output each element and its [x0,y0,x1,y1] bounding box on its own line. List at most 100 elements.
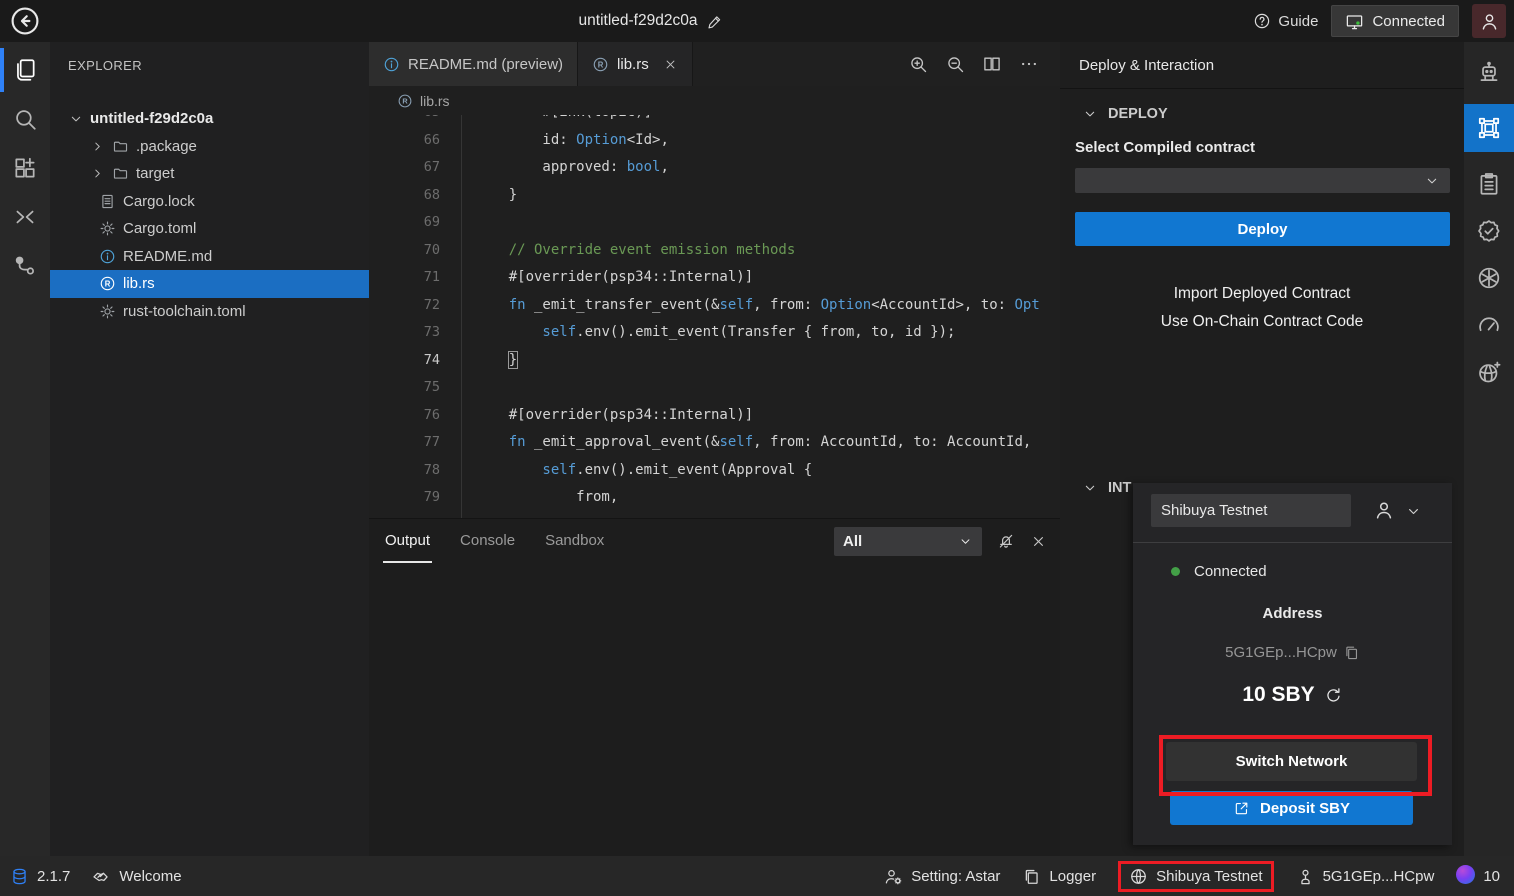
collapse-icon [12,204,38,230]
badge-check-icon [1476,218,1502,244]
activity-item-files-icon[interactable] [0,55,50,85]
question-circle-icon [1253,12,1271,30]
select-contract-label: Select Compiled contract [1075,139,1255,156]
tab-label: README.md (preview) [408,56,563,73]
clipboard-icon [1476,171,1502,197]
external-link-icon [1233,800,1250,817]
link-Import Deployed Contract[interactable]: Import Deployed Contract [1060,285,1464,303]
tree-item-.package[interactable]: .package [50,133,369,161]
refresh-balance-icon[interactable] [1324,686,1343,705]
identity-icon [1296,867,1315,886]
interact-section-header[interactable]: INT [1082,480,1131,496]
panel-tab-Output[interactable]: Output [383,519,432,563]
bell-slash-icon[interactable] [997,532,1015,550]
code-line-71[interactable]: 71 #[overrider(psp34::Internal)] [369,264,1060,292]
guide-button[interactable]: Guide [1253,12,1318,30]
tree-item-Cargo.lock[interactable]: Cargo.lock [50,188,369,216]
deploy-section-header[interactable]: DEPLOY [1082,106,1168,122]
code-line-69[interactable]: 69 [369,209,1060,237]
code-line-68[interactable]: 68 } [369,182,1060,210]
panel-tab-Console[interactable]: Console [458,519,517,563]
avatar[interactable] [1472,4,1506,38]
code-line-73[interactable]: 73 self.env().emit_event(Transfer { from… [369,319,1060,347]
activity-item-search-icon[interactable] [0,104,50,134]
code-line-65[interactable]: 65 #[ink(topic)] [369,115,1060,127]
tree-root[interactable]: untitled-f29d2c0a [50,105,369,133]
status-item-10[interactable]: 10 [1456,865,1500,888]
connected-label: Connected [1372,13,1445,30]
split-editor-icon[interactable] [982,54,1002,74]
activity-item-globe-sparkle-icon[interactable] [1464,357,1514,387]
code-line-75[interactable]: 75 [369,374,1060,402]
breadcrumb-file[interactable]: lib.rs [420,93,450,109]
code-line-66[interactable]: 66 id: Option<Id>, [369,127,1060,155]
status-item-Welcome[interactable]: Welcome [92,867,181,886]
activity-item-extensions-icon[interactable] [0,153,50,183]
close-panel-icon[interactable] [1030,533,1047,550]
code-line-77[interactable]: 77 fn _emit_approval_event(&self, from: … [369,429,1060,457]
explorer-sidebar: EXPLORER untitled-f29d2c0a.packagetarget… [50,42,369,856]
line-number: 77 [369,429,440,457]
wallet-divider [1133,542,1452,543]
ellipsis-icon[interactable] [1019,54,1039,74]
code-line-67[interactable]: 67 approved: bool, [369,154,1060,182]
account-chevron-icon[interactable] [1405,503,1422,520]
code-line-74[interactable]: 74 } [369,347,1060,375]
back-button[interactable] [9,5,41,37]
guide-label: Guide [1278,13,1318,30]
pencil-icon[interactable] [706,13,723,30]
code-line-78[interactable]: 78 self.env().emit_event(Approval { [369,457,1060,485]
tree-item-target[interactable]: target [50,160,369,188]
activity-item-badge-check-icon[interactable] [1464,216,1514,246]
activity-item-openai-icon[interactable] [1464,263,1514,293]
code-line-70[interactable]: 70 // Override event emission methods [369,237,1060,265]
line-number: 73 [369,319,440,347]
tree-item-README.md[interactable]: README.md [50,243,369,271]
line-text: self.env().emit_event(Transfer { from, t… [475,319,955,347]
deploy-button[interactable]: Deploy [1075,212,1450,246]
tree-item-label: Cargo.lock [123,193,195,210]
copy-address-icon[interactable] [1343,644,1360,661]
code-line-79[interactable]: 79 from, [369,484,1060,512]
tree-item-lib.rs[interactable]: Rlib.rs [50,270,369,298]
rust-icon: R [397,93,413,109]
editor-tab-lib.rs[interactable]: Rlib.rs [578,42,693,86]
code-line-72[interactable]: 72 fn _emit_transfer_event(&self, from: … [369,292,1060,320]
network-input[interactable] [1151,494,1351,527]
activity-item-artboard-icon[interactable] [1464,104,1514,152]
tree-item-rust-toolchain.toml[interactable]: rust-toolchain.toml [50,298,369,326]
activity-item-collapse-icon[interactable] [0,202,50,232]
connected-button[interactable]: Connected [1331,5,1459,37]
switch-network-button[interactable]: Switch Network [1166,742,1417,781]
activity-item-robot-icon[interactable] [1464,57,1514,87]
activity-item-clipboard-icon[interactable] [1464,169,1514,199]
activity-item-branch-icon[interactable] [0,251,50,281]
output-filter-select[interactable]: All [834,527,982,556]
activity-item-gauge-icon[interactable] [1464,310,1514,340]
compiled-contract-select[interactable] [1075,168,1450,193]
gear-icon [99,303,116,320]
editor-tab-README.md (preview)[interactable]: README.md (preview) [369,42,578,86]
line-number: 76 [369,402,440,430]
code-line-76[interactable]: 76 #[overrider(psp34::Internal)] [369,402,1060,430]
zoom-in-icon[interactable] [908,54,928,74]
status-item-Logger[interactable]: Logger [1022,867,1096,886]
deposit-sby-button[interactable]: Deposit SBY [1170,791,1413,825]
tree-item-label: Cargo.toml [123,220,196,237]
svg-text:R: R [598,60,604,69]
close-tab-icon[interactable] [663,57,678,72]
link-Use On-Chain Contract Code[interactable]: Use On-Chain Contract Code [1060,313,1464,331]
zoom-out-icon[interactable] [945,54,965,74]
activity-bar-left [0,42,50,856]
account-person-icon[interactable] [1373,499,1395,521]
status-item-2.1.7[interactable]: 2.1.7 [10,867,70,886]
status-item-Shibuya Testnet[interactable]: Shibuya Testnet [1118,861,1273,892]
tree-item-Cargo.toml[interactable]: Cargo.toml [50,215,369,243]
line-number: 74 [369,347,440,375]
person-icon [1479,11,1500,32]
status-item-Setting: Astar[interactable]: Setting: Astar [884,867,1000,886]
panel-tab-Sandbox[interactable]: Sandbox [543,519,606,563]
status-item-5G1GEp...HCpw[interactable]: 5G1GEp...HCpw [1296,867,1435,886]
monitor-icon [1345,12,1364,31]
code-editor[interactable]: 65 #[ink(topic)]66 id: Option<Id>,67 app… [369,115,1060,518]
